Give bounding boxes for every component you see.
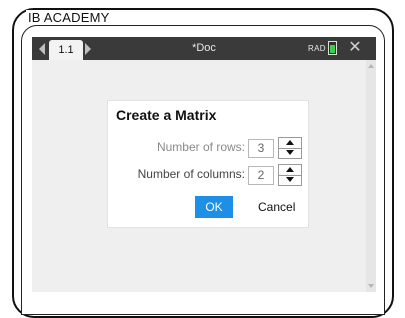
tab-bar: 1.1 *Doc RAD ✕ [32,37,376,60]
previous-page-icon[interactable] [39,43,45,55]
tab-page-1-1[interactable]: 1.1 [49,40,83,60]
columns-decrement-icon[interactable] [279,175,301,185]
ok-button[interactable]: OK [195,196,233,218]
rows-input[interactable]: 3 [248,139,274,158]
brand-label: IB ACADEMY [26,10,112,25]
dialog-title: Create a Matrix [116,107,217,123]
scroll-down-icon[interactable] [368,284,374,288]
scroll-up-icon[interactable] [368,64,374,68]
close-icon[interactable]: ✕ [347,40,363,56]
angle-mode-indicator: RAD [308,44,326,53]
cancel-button[interactable]: Cancel [258,196,295,218]
columns-label: Number of columns: [137,167,245,181]
columns-spinner[interactable] [278,164,302,186]
columns-input[interactable]: 2 [248,166,274,185]
vertical-scrollbar[interactable] [366,60,376,292]
rows-spinner[interactable] [278,137,302,159]
rows-label: Number of rows: [156,140,245,154]
create-matrix-dialog: Create a Matrix Number of rows: 3 Number… [108,101,308,227]
rows-decrement-icon[interactable] [279,148,301,158]
calculator-screen: 1.1 *Doc RAD ✕ Create a Matrix Number of… [32,37,376,292]
battery-level-fill [330,44,335,53]
battery-icon [328,41,337,55]
next-page-icon[interactable] [85,43,91,55]
